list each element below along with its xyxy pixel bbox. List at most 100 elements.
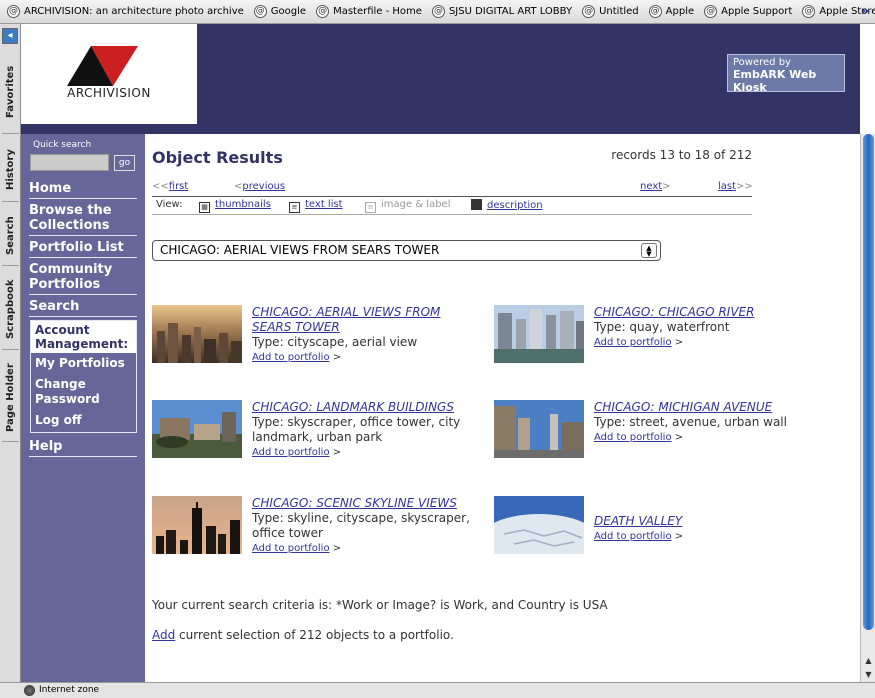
favorite-label: Google [270, 6, 307, 17]
nav-change-password[interactable]: Change Password [35, 377, 125, 407]
tab-history[interactable]: History [2, 138, 19, 202]
result-title-link[interactable]: CHICAGO: LANDMARK BUILDINGS [252, 400, 472, 415]
result-thumbnail[interactable] [494, 496, 584, 554]
explorer-sidebar: ◂ Favorites History Search Scrapbook Pag… [0, 24, 21, 682]
view-label: View: [156, 199, 183, 210]
favorite-link-apple[interactable]: @ Apple [648, 5, 695, 18]
embark-kiosk-text: EmbARK Web Kiosk [733, 68, 817, 94]
view-image-label-text: image & label [381, 199, 451, 210]
view-options: View: ▦ thumbnails ≡ text list ≡ image & la… [152, 198, 752, 214]
last-suffix: >> [736, 181, 753, 192]
chevron-right-icon: > [674, 337, 684, 348]
logo[interactable]: ARCHIVISION [21, 24, 197, 124]
chevron-right-double-icon[interactable]: » [861, 4, 869, 19]
nav-help[interactable]: Help [29, 439, 137, 457]
nav-portfolio-list[interactable]: Portfolio List [29, 240, 137, 258]
view-description-link[interactable]: description [487, 200, 543, 211]
account-management-heading: Account Management: [31, 321, 136, 353]
at-icon: @ [316, 5, 330, 18]
main-content: Object Results records 13 to 18 of 212 <… [145, 134, 860, 682]
nav-community-portfolios[interactable]: Community Portfolios [29, 262, 137, 295]
result-type: Type: cityscape, aerial view [252, 335, 418, 349]
sidebar-toggle-icon[interactable]: ◂ [2, 28, 18, 44]
add-to-portfolio-link[interactable]: Add to portfolio [594, 432, 672, 443]
chevron-right-icon: > [674, 432, 684, 443]
result-thumbnail[interactable] [152, 400, 242, 458]
tab-page-holder[interactable]: Page Holder [2, 354, 19, 442]
favorite-link-sjsu[interactable]: @ SJSU DIGITAL ART LOBBY [431, 5, 572, 18]
add-selection-link[interactable]: Add [152, 628, 175, 642]
view-text-list-link[interactable]: text list [305, 199, 343, 210]
add-to-portfolio-link[interactable]: Add to portfolio [594, 337, 672, 348]
nav-browse-collections[interactable]: Browse the Collections [29, 203, 137, 236]
scroll-up-icon[interactable]: ▲ [862, 654, 875, 667]
nav-my-portfolios[interactable]: My Portfolios [35, 356, 125, 371]
result-title-link[interactable]: CHICAGO: CHICAGO RIVER [594, 305, 814, 320]
view-text-list-option[interactable]: ≡ text list [289, 199, 343, 213]
result-thumbnail[interactable] [494, 305, 584, 363]
add-to-portfolio-link[interactable]: Add to portfolio [252, 543, 330, 554]
view-image-label-option: ≡ image & label [365, 199, 451, 213]
image-label-icon: ≡ [365, 202, 376, 213]
result-title-link[interactable]: CHICAGO: AERIAL VIEWS FROM SEARS TOWER [252, 305, 472, 335]
quick-search-input[interactable] [30, 154, 109, 171]
favorite-link-apple-support[interactable]: @ Apple Support [704, 5, 792, 18]
at-icon: @ [802, 5, 816, 18]
view-thumbnails-link[interactable]: thumbnails [215, 199, 271, 210]
favorite-label: Masterfile - Home [333, 6, 422, 17]
tab-scrapbook[interactable]: Scrapbook [2, 270, 19, 350]
last-page-link[interactable]: last [718, 181, 736, 192]
page-title: Object Results [152, 148, 283, 167]
favorite-link-google[interactable]: @ Google [253, 5, 307, 18]
next-suffix: > [662, 181, 671, 192]
favorite-link-masterfile[interactable]: @ Masterfile - Home [316, 5, 422, 18]
nav-log-off[interactable]: Log off [35, 413, 82, 428]
result-title-link[interactable]: CHICAGO: MICHIGAN AVENUE [594, 400, 814, 415]
add-to-portfolio-link[interactable]: Add to portfolio [252, 447, 330, 458]
favorite-link-archivision[interactable]: @ ARCHIVISION: an architecture photo arch… [7, 5, 244, 18]
favorite-link-untitled[interactable]: @ Untitled [582, 5, 639, 18]
result-thumbnail[interactable] [494, 400, 584, 458]
result-thumbnail[interactable] [152, 496, 242, 554]
powered-by-badge[interactable]: Powered by EmbARK Web Kiosk [727, 54, 845, 94]
scroll-down-icon[interactable]: ▼ [862, 668, 875, 681]
result-item: CHICAGO: LANDMARK BUILDINGS Type: skyscr… [152, 400, 460, 470]
header-stripe [21, 124, 860, 137]
first-page-link[interactable]: first [169, 181, 189, 192]
result-title-link[interactable]: DEATH VALLEY [594, 514, 814, 529]
search-criteria: Your current search criteria is: *Work o… [152, 598, 608, 612]
left-navigation: Quick search go Home Browse the Collecti… [21, 134, 145, 682]
site-header: ARCHIVISION Powered by EmbARK Web Kiosk [21, 24, 860, 137]
tab-favorites[interactable]: Favorites [2, 50, 19, 134]
scrollbar-thumb[interactable] [863, 134, 874, 630]
nav-search[interactable]: Search [29, 299, 137, 317]
previous-page-link[interactable]: previous [242, 181, 285, 192]
at-icon: @ [7, 5, 20, 18]
add-to-portfolio-link[interactable]: Add to portfolio [252, 352, 330, 363]
add-selection-text: current selection of 212 objects to a po… [175, 628, 454, 642]
at-icon: @ [582, 5, 596, 18]
result-item: DEATH VALLEY Add to portfolio > [494, 496, 794, 566]
powered-by-text: Powered by [733, 57, 791, 68]
collection-select[interactable]: CHICAGO: AERIAL VIEWS FROM SEARS TOWER ▲… [152, 240, 661, 261]
view-thumbnails-option[interactable]: ▦ thumbnails [199, 199, 271, 213]
tab-search[interactable]: Search [2, 206, 19, 266]
view-divider [152, 214, 752, 215]
view-description-option[interactable]: description [471, 199, 543, 211]
chevron-right-icon: > [674, 531, 684, 542]
add-to-portfolio-link[interactable]: Add to portfolio [594, 531, 672, 542]
at-icon: @ [253, 5, 267, 18]
favorite-label: ARCHIVISION: an architecture photo archi… [24, 6, 244, 17]
next-page-link[interactable]: next [640, 181, 662, 192]
logo-text: ARCHIVISION [67, 86, 151, 100]
vertical-scrollbar[interactable]: ▲ ▼ [860, 134, 875, 682]
pagination: <<first <previous next> last>> [152, 180, 753, 196]
result-title-link[interactable]: CHICAGO: SCENIC SKYLINE VIEWS [252, 496, 472, 511]
records-count: records 13 to 18 of 212 [611, 148, 752, 162]
at-icon: @ [648, 5, 662, 18]
result-thumbnail[interactable] [152, 305, 242, 363]
quick-search-go-button[interactable]: go [114, 155, 135, 171]
nav-home[interactable]: Home [29, 181, 137, 199]
favorite-label: Apple [665, 6, 695, 17]
security-zone: Internet zone [39, 685, 100, 695]
